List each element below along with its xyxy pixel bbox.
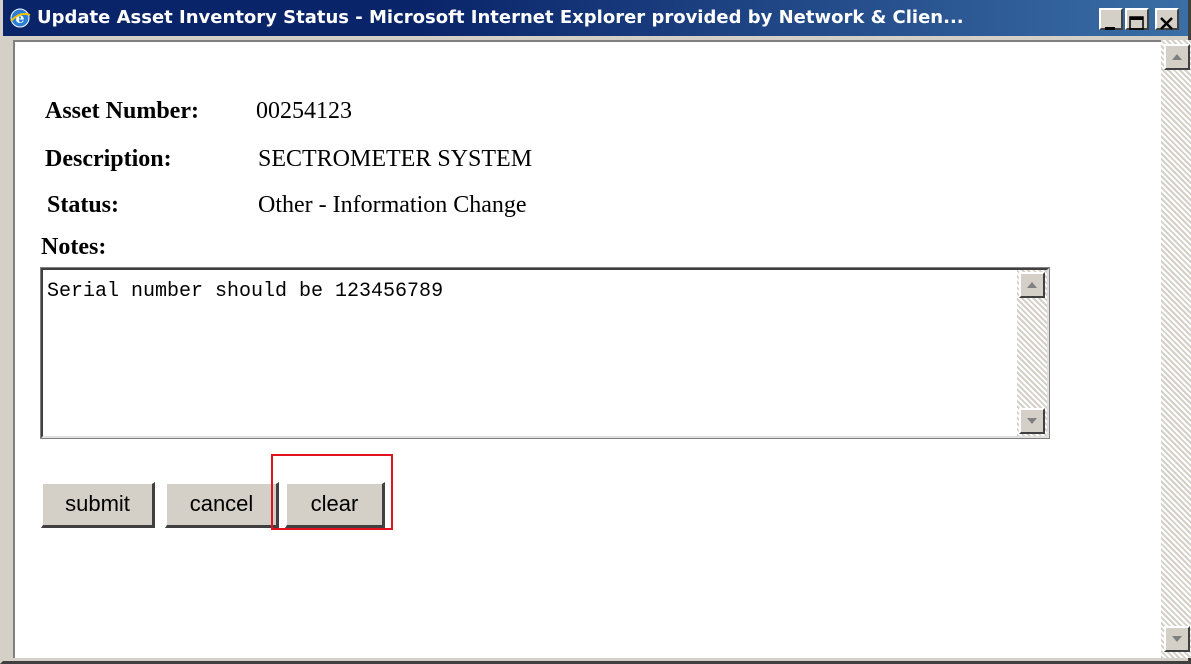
close-icon <box>1160 17 1173 30</box>
notes-text: Serial number should be 123456789 <box>47 280 444 303</box>
status-label: Status: <box>47 192 120 218</box>
notes-scroll-down-button[interactable] <box>1019 408 1045 434</box>
browser-window: e Update Asset Inventory Status - Micros… <box>0 0 1191 664</box>
notes-scrollbar[interactable] <box>1017 270 1047 436</box>
status-value: Other - Information Change <box>258 192 527 218</box>
clear-button-highlight <box>271 454 393 530</box>
description-label: Description: <box>45 146 172 172</box>
close-button[interactable] <box>1155 8 1179 30</box>
minimize-button[interactable] <box>1099 8 1123 30</box>
notes-label: Notes: <box>41 234 107 260</box>
asset-number-label: Asset Number: <box>45 98 199 124</box>
notes-scroll-up-button[interactable] <box>1019 272 1045 298</box>
page-scrollbar[interactable] <box>1161 40 1191 658</box>
maximize-button[interactable] <box>1125 8 1149 30</box>
cancel-button[interactable]: cancel <box>165 482 279 528</box>
arrow-down-icon <box>1027 418 1037 424</box>
asset-number-value: 00254123 <box>256 98 352 124</box>
description-value: SECTROMETER SYSTEM <box>258 146 533 172</box>
notes-textarea[interactable]: Serial number should be 123456789 <box>40 267 1050 439</box>
arrow-up-icon <box>1172 54 1182 60</box>
title-bar[interactable]: e Update Asset Inventory Status - Micros… <box>3 0 1188 36</box>
arrow-down-icon <box>1172 636 1182 642</box>
page-scroll-up-button[interactable] <box>1164 44 1190 70</box>
page-scroll-down-button[interactable] <box>1164 626 1190 652</box>
page-content: Asset Number: 00254123 Description: SECT… <box>13 40 1161 658</box>
window-title: Update Asset Inventory Status - Microsof… <box>37 7 964 28</box>
arrow-up-icon <box>1027 282 1037 288</box>
minimize-icon <box>1105 27 1115 30</box>
maximize-icon <box>1129 16 1144 30</box>
internet-explorer-icon: e <box>10 8 31 28</box>
submit-button[interactable]: submit <box>41 482 155 528</box>
